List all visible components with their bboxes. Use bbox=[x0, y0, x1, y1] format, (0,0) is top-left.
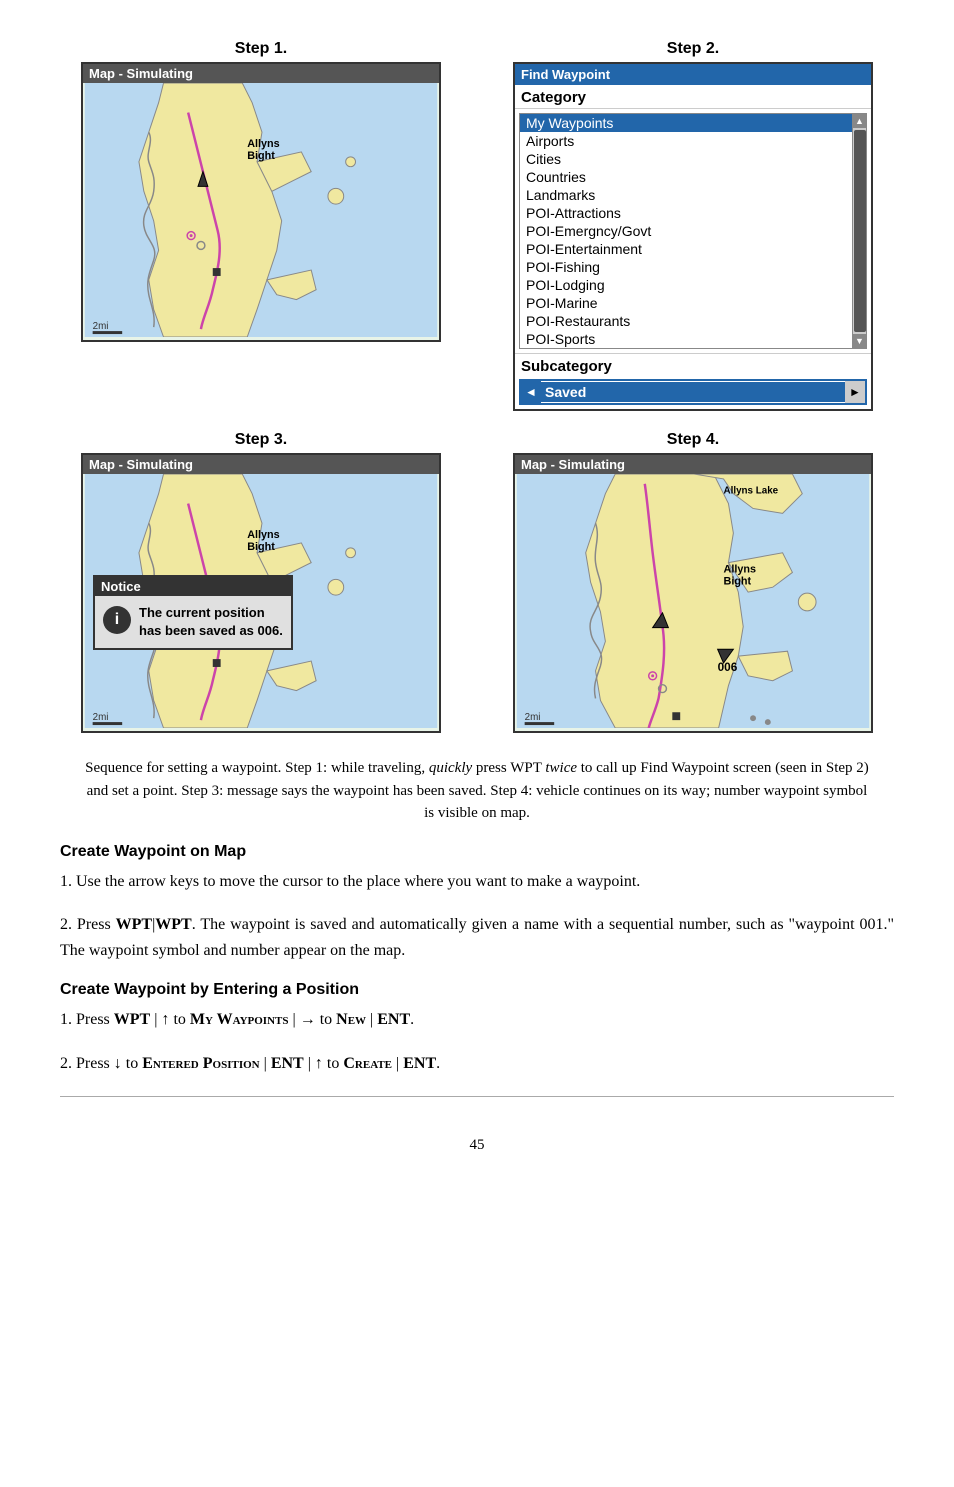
section1-para1: 1. Use the arrow keys to move the cursor… bbox=[60, 869, 894, 895]
svg-text:Allyns: Allyns bbox=[247, 138, 279, 150]
saved-arrow-right[interactable]: ► bbox=[845, 381, 865, 403]
svg-text:Allyns Lake: Allyns Lake bbox=[724, 486, 779, 497]
up-arrow-s2b: ↑ bbox=[315, 1055, 323, 1072]
notice-icon: i bbox=[103, 606, 131, 634]
step2-label: Step 2. bbox=[667, 40, 719, 58]
page-divider bbox=[60, 1096, 894, 1097]
find-wp-subcategory-label: Subcategory bbox=[515, 353, 871, 377]
find-wp-list: My Waypoints Airports Cities Countries L… bbox=[519, 113, 867, 349]
step3-label: Step 3. bbox=[235, 431, 287, 449]
notice-body: i The current position has been saved as… bbox=[95, 596, 291, 648]
find-wp-category-label: Category bbox=[515, 85, 871, 109]
steps-grid: Step 1. Map - Simulating Allyns bbox=[60, 40, 894, 733]
scroll-down-arrow[interactable]: ▼ bbox=[853, 334, 867, 348]
section2-para1: 1. Press WPT | ↑ to My Waypoints | → to … bbox=[60, 1007, 894, 1033]
caption-text: Sequence for setting a waypoint. Step 1:… bbox=[85, 760, 869, 821]
list-scrollbar[interactable]: ▲ ▼ bbox=[852, 114, 866, 348]
list-item-poi-emergncy[interactable]: POI-Emergncy/Govt bbox=[520, 222, 852, 240]
new-sc: New bbox=[336, 1011, 366, 1028]
list-item-cities[interactable]: Cities bbox=[520, 150, 852, 168]
svg-text:Bight: Bight bbox=[247, 541, 275, 553]
svg-text:Allyns: Allyns bbox=[247, 529, 279, 541]
section1-heading: Create Waypoint on Map bbox=[60, 843, 894, 861]
step4-map-svg: Allyns Lake Allyns Bight 006 bbox=[515, 474, 871, 728]
svg-text:Bight: Bight bbox=[247, 150, 275, 162]
svg-text:006: 006 bbox=[718, 660, 738, 674]
list-item-landmarks[interactable]: Landmarks bbox=[520, 186, 852, 204]
wpt-s2: WPT bbox=[114, 1011, 150, 1028]
step4-map: Map - Simulating Allyns Lake bbox=[513, 453, 873, 733]
list-item-countries[interactable]: Countries bbox=[520, 168, 852, 186]
step1-label: Step 1. bbox=[235, 40, 287, 58]
ent-s2: ENT bbox=[377, 1011, 410, 1028]
up-arrow-s2: ↑ bbox=[161, 1011, 169, 1028]
list-item-poi-lodging[interactable]: POI-Lodging bbox=[520, 276, 852, 294]
list-item-airports[interactable]: Airports bbox=[520, 132, 852, 150]
scroll-thumb[interactable] bbox=[854, 130, 866, 332]
notice-title-bar: Notice bbox=[95, 577, 291, 596]
list-item-poi-attractions[interactable]: POI-Attractions bbox=[520, 204, 852, 222]
section2-heading: Create Waypoint by Entering a Position bbox=[60, 981, 894, 999]
step1-block: Step 1. Map - Simulating Allyns bbox=[60, 40, 462, 411]
list-scroll-area: My Waypoints Airports Cities Countries L… bbox=[520, 114, 852, 348]
list-item-poi-marine[interactable]: POI-Marine bbox=[520, 294, 852, 312]
svg-text:2mi: 2mi bbox=[525, 712, 541, 723]
create-sc: Create bbox=[343, 1055, 392, 1072]
step4-map-title: Map - Simulating bbox=[515, 455, 871, 474]
step4-block: Step 4. Map - Simulating bbox=[492, 431, 894, 733]
saved-arrow-left[interactable]: ◄ bbox=[521, 381, 541, 403]
scroll-up-arrow[interactable]: ▲ bbox=[853, 114, 867, 128]
step1-map: Map - Simulating Allyns Bight bbox=[81, 62, 441, 342]
step1-map-svg: Allyns Bight 2mi bbox=[83, 83, 439, 337]
list-item-my-waypoints[interactable]: My Waypoints bbox=[520, 114, 852, 132]
step3-map-title: Map - Simulating bbox=[83, 455, 439, 474]
my-waypoints-sc: My Waypoints bbox=[190, 1011, 289, 1028]
section1-para2: 2. Press WPT|WPT. The waypoint is saved … bbox=[60, 912, 894, 963]
svg-text:2mi: 2mi bbox=[93, 712, 109, 723]
ent-s2c: ENT bbox=[403, 1055, 436, 1072]
wpt-bold2: WPT bbox=[155, 916, 191, 933]
svg-text:Bight: Bight bbox=[724, 575, 752, 587]
notice-overlay: Notice i The current position has been s… bbox=[93, 575, 293, 650]
caption-block: Sequence for setting a waypoint. Step 1:… bbox=[60, 757, 894, 825]
find-wp-title: Find Waypoint bbox=[515, 64, 871, 85]
list-item-poi-restaurants[interactable]: POI-Restaurants bbox=[520, 312, 852, 330]
find-waypoint-panel: Find Waypoint Category My Waypoints Airp… bbox=[513, 62, 873, 411]
step2-block: Step 2. Find Waypoint Category My Waypoi… bbox=[492, 40, 894, 411]
page-container: Step 1. Map - Simulating Allyns bbox=[0, 0, 954, 1214]
list-item-poi-sports[interactable]: POI-Sports bbox=[520, 330, 852, 348]
section2-para2: 2. Press ↓ to Entered Position | ENT | ↑… bbox=[60, 1051, 894, 1077]
step4-label: Step 4. bbox=[667, 431, 719, 449]
notice-text: The current position has been saved as 0… bbox=[139, 604, 283, 640]
down-arrow-s2: ↓ bbox=[114, 1055, 122, 1072]
entered-position-sc: Entered Position bbox=[142, 1055, 259, 1072]
list-with-scroll: My Waypoints Airports Cities Countries L… bbox=[520, 114, 866, 348]
list-item-poi-entertainment[interactable]: POI-Entertainment bbox=[520, 240, 852, 258]
saved-text: Saved bbox=[541, 382, 845, 402]
step1-map-title: Map - Simulating bbox=[83, 64, 439, 83]
list-item-poi-fishing[interactable]: POI-Fishing bbox=[520, 258, 852, 276]
wpt-bold: WPT bbox=[116, 916, 152, 933]
right-arrow-s2: → bbox=[300, 1011, 316, 1028]
page-number: 45 bbox=[60, 1137, 894, 1154]
find-wp-saved-bar: ◄ Saved ► bbox=[519, 379, 867, 405]
ent-s2b: ENT bbox=[271, 1055, 304, 1072]
step3-map: Map - Simulating Allyns Bight bbox=[81, 453, 441, 733]
svg-text:Allyns: Allyns bbox=[724, 563, 756, 575]
step3-block: Step 3. Map - Simulating Allyns Bight bbox=[60, 431, 462, 733]
svg-text:2mi: 2mi bbox=[93, 321, 109, 332]
